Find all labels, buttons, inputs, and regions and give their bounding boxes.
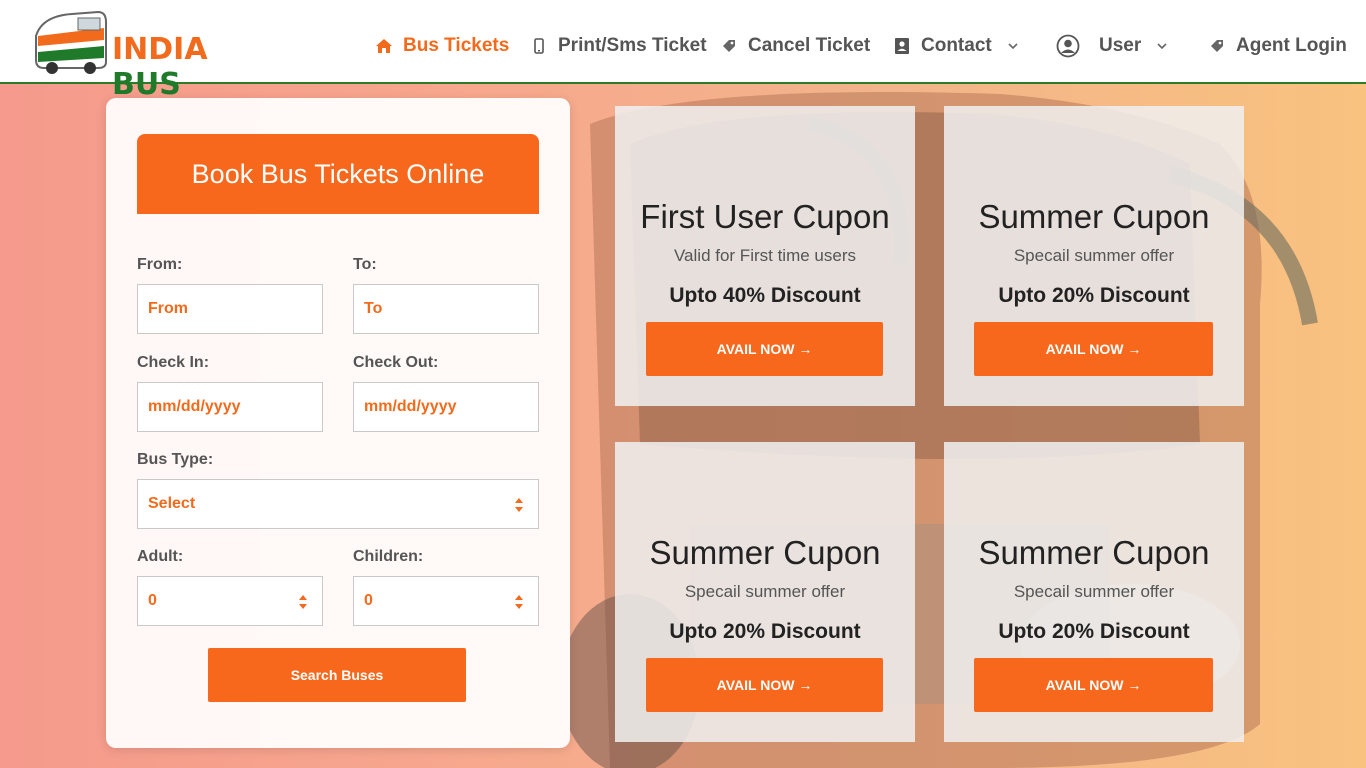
nav-contact-label: Contact (921, 35, 992, 56)
children-count-value: 0 (364, 592, 373, 609)
select-updown-icon (515, 498, 523, 512)
main-nav: Bus Tickets Print/Sms Ticket Cancel Tick… (0, 0, 1366, 84)
checkout-date-input[interactable]: mm/dd/yyyy (353, 382, 539, 432)
tag-icon (1208, 37, 1226, 55)
avail-now-button[interactable]: AVAIL NOW → (646, 658, 883, 712)
adult-count-value: 0 (148, 592, 157, 609)
coupon-discount: Upto 20% Discount (669, 620, 861, 643)
to-label: To: (353, 256, 377, 273)
adult-label: Adult: (137, 548, 184, 565)
coupon-discount: Upto 20% Discount (998, 284, 1190, 307)
coupon-discount: Upto 40% Discount (669, 284, 861, 307)
from-label: From: (137, 256, 183, 273)
nav-bus-tickets[interactable]: Bus Tickets (375, 30, 509, 62)
to-input[interactable]: To (353, 284, 539, 334)
coupon-discount: Upto 20% Discount (998, 620, 1190, 643)
coupon-card: Summer Cupon Specail summer offer Upto 2… (944, 106, 1244, 406)
nav-agent-login-label: Agent Login (1236, 35, 1347, 56)
coupon-card: First User Cupon Valid for First time us… (615, 106, 915, 406)
coupon-subtitle: Specail summer offer (1013, 246, 1175, 265)
chevron-down-icon (1008, 42, 1018, 50)
mobile-icon (530, 37, 548, 55)
nav-print-sms-ticket[interactable]: Print/Sms Ticket (530, 30, 707, 62)
coupon-subtitle: Valid for First time users (673, 246, 856, 265)
chevron-down-icon (1157, 42, 1167, 50)
avail-now-button[interactable]: AVAIL NOW → (646, 322, 883, 376)
avail-now-button[interactable]: AVAIL NOW → (974, 322, 1213, 376)
header: INDIA BUS Bus Tickets Print/Sms Ticket C… (0, 0, 1366, 102)
nav-user[interactable]: User (1055, 30, 1167, 62)
coupon-subtitle: Specail summer offer (1013, 582, 1175, 601)
booking-form: Book Bus Tickets Online From: From To: T… (106, 98, 570, 748)
select-updown-icon (299, 595, 307, 609)
children-label: Children: (353, 548, 424, 565)
coupon-title: Summer Cupon (978, 534, 1210, 571)
adult-count-select[interactable]: 0 (137, 576, 323, 626)
checkout-label: Check Out: (353, 354, 439, 371)
from-input[interactable]: From (137, 284, 323, 334)
booking-form-title: Book Bus Tickets Online (137, 134, 539, 214)
bus-type-selected-value: Select (148, 495, 196, 512)
nav-contact[interactable]: Contact (893, 30, 1018, 62)
checkin-date-input[interactable]: mm/dd/yyyy (137, 382, 323, 432)
coupon-title: Summer Cupon (978, 198, 1210, 235)
user-avatar-icon (1055, 33, 1081, 59)
home-icon (375, 37, 393, 55)
contact-card-icon (893, 37, 911, 55)
coupon-title: Summer Cupon (649, 534, 881, 571)
coupon-title: First User Cupon (640, 198, 890, 235)
bus-type-label: Bus Type: (137, 451, 214, 468)
nav-print-sms-label: Print/Sms Ticket (558, 35, 707, 56)
nav-bus-tickets-label: Bus Tickets (403, 35, 510, 56)
checkin-label: Check In: (137, 354, 210, 371)
nav-cancel-ticket-label: Cancel Ticket (748, 35, 871, 56)
nav-user-label: User (1099, 35, 1142, 56)
coupon-card: Summer Cupon Specail summer offer Upto 2… (615, 442, 915, 742)
search-buses-button[interactable]: Search Buses (208, 648, 466, 702)
nav-agent-login[interactable]: Agent Login (1208, 30, 1347, 62)
bus-type-select[interactable]: Select (137, 479, 539, 529)
select-updown-icon (515, 595, 523, 609)
avail-now-button[interactable]: AVAIL NOW → (974, 658, 1213, 712)
ticket-icon (720, 37, 738, 55)
coupon-subtitle: Specail summer offer (684, 582, 846, 601)
nav-cancel-ticket[interactable]: Cancel Ticket (720, 30, 870, 62)
children-count-select[interactable]: 0 (353, 576, 539, 626)
coupon-card: Summer Cupon Specail summer offer Upto 2… (944, 442, 1244, 742)
